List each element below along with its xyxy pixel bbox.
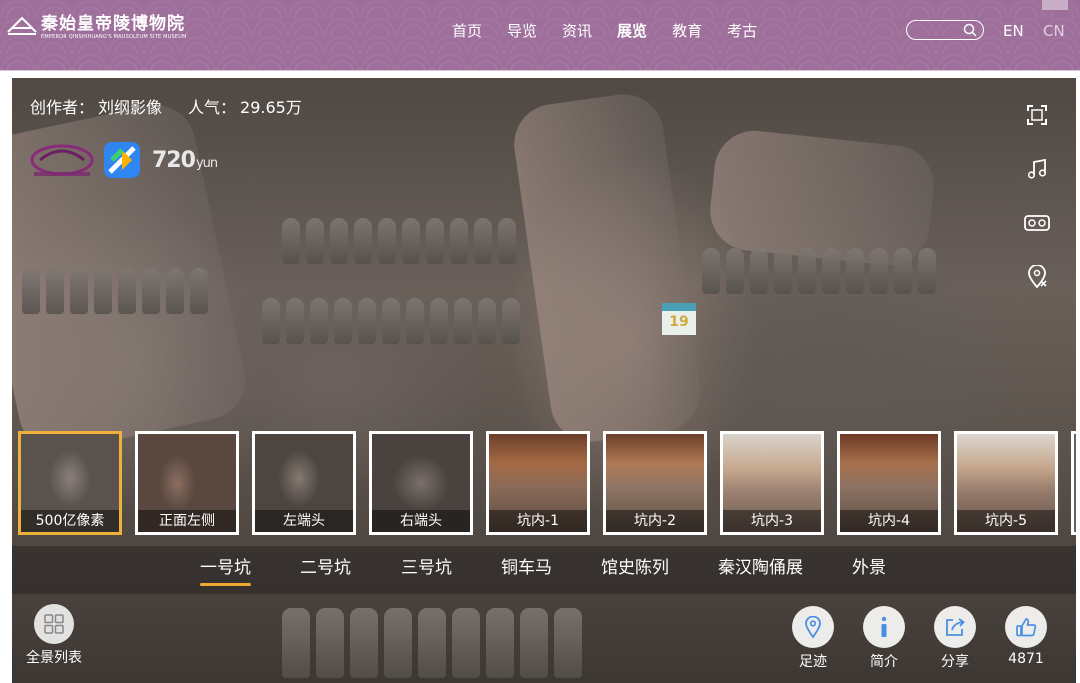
nav-item-news[interactable]: 资讯 bbox=[562, 21, 592, 41]
brand-720yun-logo[interactable]: 720 yun bbox=[152, 147, 218, 173]
music-icon bbox=[1027, 158, 1047, 179]
creator-name[interactable]: 刘纲影像 bbox=[98, 94, 162, 118]
grid-icon bbox=[44, 614, 64, 634]
info-icon bbox=[881, 616, 887, 637]
thumbs-up-icon bbox=[1016, 618, 1037, 637]
tab-pit-2[interactable]: 二号坑 bbox=[300, 558, 351, 578]
museum-emblem-icon bbox=[7, 16, 37, 35]
tab-pit-1[interactable]: 一号坑 bbox=[200, 558, 251, 586]
intro-button[interactable]: 简介 bbox=[863, 606, 905, 671]
like-button[interactable]: 4871 bbox=[1005, 606, 1047, 667]
thumbnail-caption: 正面左侧 bbox=[138, 510, 236, 532]
tab-qin-han-figures[interactable]: 秦汉陶俑展 bbox=[718, 558, 803, 578]
panorama-list-button[interactable]: 全景列表 bbox=[26, 604, 82, 667]
music-button[interactable] bbox=[1024, 156, 1050, 182]
thumbnail-caption: 坑内-1 bbox=[489, 510, 587, 532]
scene-thumbnail[interactable]: 正面左侧 bbox=[135, 431, 239, 535]
share-button[interactable]: 分享 bbox=[934, 606, 976, 671]
like-count: 4871 bbox=[1008, 651, 1044, 667]
fullscreen-icon bbox=[1027, 105, 1047, 125]
museum-logo[interactable]: 秦始皇帝陵博物院 EMPEROR QINSHIHUANG'S MAUSOLEUM… bbox=[6, 14, 187, 41]
scene-thumbnail-strip: 500亿像素 正面左侧 左端头 右端头 坑内-1 坑内-2 坑内-3 坑内-4 bbox=[18, 431, 1076, 535]
scene-thumbnail[interactable]: 坑内-5 bbox=[954, 431, 1058, 535]
nav-item-archaeology[interactable]: 考古 bbox=[727, 21, 757, 41]
logo-title: 秦始皇帝陵博物院 bbox=[41, 14, 185, 34]
thumbnail-caption: 坑内-2 bbox=[606, 510, 704, 532]
scene-thumbnail[interactable]: 坑内-4 bbox=[837, 431, 941, 535]
fullscreen-button[interactable] bbox=[1024, 102, 1050, 128]
tab-pit-3[interactable]: 三号坑 bbox=[401, 558, 452, 578]
thumbnail-caption: 坑内-5 bbox=[957, 510, 1055, 532]
search-input[interactable] bbox=[906, 20, 984, 40]
popularity-label: 人气： bbox=[188, 98, 237, 117]
scene-thumbnail[interactable]: 坑内-3 bbox=[720, 431, 824, 535]
site-header: 秦始皇帝陵博物院 EMPEROR QINSHIHUANG'S MAUSOLEUM… bbox=[0, 0, 1080, 71]
creator-logo[interactable] bbox=[30, 138, 94, 182]
scene-thumbnail[interactable]: 坑内-2 bbox=[603, 431, 707, 535]
lang-cn-button[interactable]: CN bbox=[1043, 21, 1065, 41]
partner-logos: 720 yun bbox=[30, 138, 218, 182]
vr-mode-button[interactable] bbox=[1024, 210, 1050, 236]
thumbnail-caption: 500亿像素 bbox=[21, 510, 119, 532]
creator-info: 创作者： 刘纲影像 人气： 29.65万 bbox=[30, 94, 306, 118]
panorama-viewer[interactable]: 19 创作者： 刘纲影像 人气： 29.65万 720 yun 500亿像素 正… bbox=[12, 78, 1076, 683]
category-tabs: 一号坑 二号坑 三号坑 铜车马 馆史陈列 秦汉陶俑展 外景 bbox=[12, 546, 1076, 594]
logo-subtitle: EMPEROR QINSHIHUANG'S MAUSOLEUM SITE MUS… bbox=[41, 34, 187, 40]
panorama-list-label: 全景列表 bbox=[26, 650, 82, 666]
nav-item-home[interactable]: 首页 bbox=[452, 21, 482, 41]
nav-item-exhibition[interactable]: 展览 bbox=[617, 21, 647, 41]
intro-label: 简介 bbox=[870, 654, 898, 670]
pit-number-sign: 19 bbox=[662, 303, 696, 335]
lang-active-marker bbox=[1042, 0, 1068, 10]
tab-exterior[interactable]: 外景 bbox=[852, 558, 886, 578]
brand-720-text: 720 bbox=[152, 147, 196, 173]
creator-label: 创作者： bbox=[30, 98, 95, 117]
scene-thumbnail[interactable]: 左端头 bbox=[252, 431, 356, 535]
pit-wall bbox=[509, 89, 705, 447]
vr-glasses-icon bbox=[1024, 215, 1050, 231]
scene-thumbnail[interactable]: 坑内-1 bbox=[486, 431, 590, 535]
footprint-label: 足迹 bbox=[799, 654, 827, 670]
scene-thumbnail[interactable]: 右端头 bbox=[369, 431, 473, 535]
popularity-value: 29.65万 bbox=[240, 98, 302, 117]
share-label: 分享 bbox=[941, 654, 969, 670]
terracotta-warriors bbox=[262, 298, 520, 344]
location-toggle-button[interactable] bbox=[1024, 264, 1050, 290]
scene-thumbnail-partial[interactable] bbox=[1071, 431, 1076, 535]
thumbnail-caption: 坑内-4 bbox=[840, 510, 938, 532]
terracotta-warriors bbox=[282, 608, 582, 678]
terracotta-warriors bbox=[282, 218, 516, 264]
search-icon[interactable] bbox=[963, 23, 977, 37]
brand-yun-text: yun bbox=[195, 155, 218, 171]
location-off-icon bbox=[1028, 265, 1047, 289]
terracotta-warriors bbox=[22, 268, 208, 314]
thumbnail-caption: 左端头 bbox=[255, 510, 353, 532]
map-app-icon[interactable] bbox=[104, 142, 140, 178]
location-pin-icon bbox=[805, 616, 821, 638]
nav-item-guide[interactable]: 导览 bbox=[507, 21, 537, 41]
nav-item-education[interactable]: 教育 bbox=[672, 21, 702, 41]
tab-bronze-chariot[interactable]: 铜车马 bbox=[501, 558, 552, 578]
terracotta-warriors bbox=[702, 248, 936, 294]
scene-thumbnail[interactable]: 500亿像素 bbox=[18, 431, 122, 535]
thumbnail-caption: 坑内-3 bbox=[723, 510, 821, 532]
main-nav: 首页 导览 资讯 展览 教育 考古 bbox=[452, 21, 782, 41]
footprint-button[interactable]: 足迹 bbox=[792, 606, 834, 671]
share-icon bbox=[946, 618, 965, 636]
thumbnail-caption: 右端头 bbox=[372, 510, 470, 532]
viewer-tools bbox=[1024, 102, 1050, 318]
lang-en-button[interactable]: EN bbox=[1003, 21, 1024, 41]
tab-museum-history[interactable]: 馆史陈列 bbox=[601, 558, 669, 578]
